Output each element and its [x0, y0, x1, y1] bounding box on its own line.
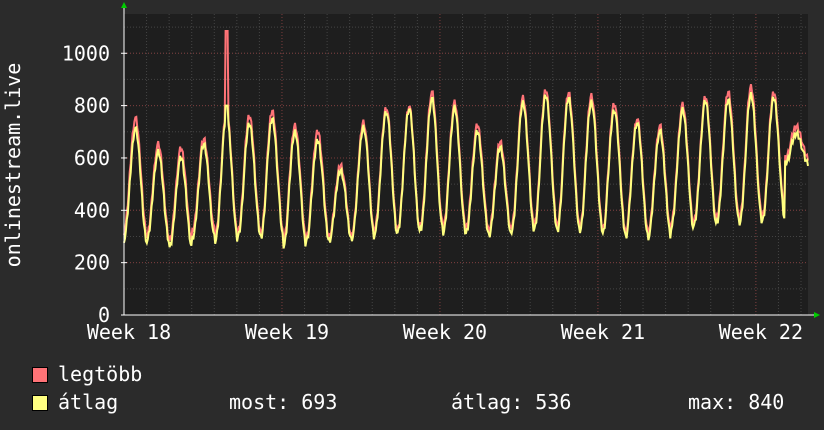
- plot-area: [124, 14, 808, 315]
- x-tick-label: Week 19: [245, 320, 329, 344]
- legend-swatch-max: [32, 367, 48, 383]
- y-tick-label: 600: [74, 146, 110, 170]
- legend-label-avg: átlag: [58, 390, 119, 414]
- legend-label-max: legtöbb: [58, 362, 143, 386]
- stat-max: max: 840: [688, 390, 785, 414]
- y-tick-label: 800: [74, 94, 110, 118]
- y-tick-label: 400: [74, 198, 110, 222]
- line-chart: 02004006008001000Week 18 Week 19 Week 20 We…: [1, 2, 820, 344]
- stat-current: most: 693: [229, 390, 338, 414]
- y-tick-label: 1000: [62, 41, 110, 65]
- y-axis-arrow: [121, 2, 127, 8]
- x-tick-label: Week 21: [561, 320, 645, 344]
- y-tick-label: 200: [74, 251, 110, 275]
- x-tick-label: Week 18: [87, 320, 171, 344]
- y-axis-label: onlinestream.live: [1, 63, 25, 268]
- x-tick-label: Week 20: [403, 320, 487, 344]
- legend-swatch-avg: [32, 395, 48, 411]
- x-axis-arrow: [814, 312, 820, 318]
- x-tick-label: Week 22: [719, 320, 803, 344]
- stat-average: átlag: 536: [451, 390, 572, 414]
